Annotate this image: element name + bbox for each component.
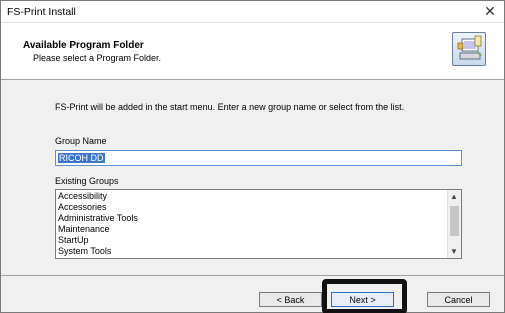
list-scrollbar[interactable]: ▲ ▼	[447, 190, 461, 258]
intro-text: FS-Print will be added in the start menu…	[55, 102, 405, 112]
group-name-label: Group Name	[55, 136, 107, 146]
existing-groups-list[interactable]: Accessibility Accessories Administrative…	[55, 189, 462, 259]
header-title: Available Program Folder	[23, 40, 144, 51]
title-bar: FS-Print Install ✕	[1, 1, 504, 23]
footer-separator	[1, 275, 504, 276]
group-name-value: RICOH DD	[58, 153, 105, 163]
list-item[interactable]: System Tools	[58, 246, 111, 256]
list-item[interactable]: Administrative Tools	[58, 213, 138, 223]
existing-groups-label: Existing Groups	[55, 176, 119, 186]
close-icon[interactable]: ✕	[480, 2, 500, 21]
wizard-body: FS-Print will be added in the start menu…	[1, 81, 504, 275]
list-item[interactable]: Maintenance	[58, 224, 110, 234]
group-name-input[interactable]: RICOH DD	[55, 150, 462, 166]
window-title: FS-Print Install	[7, 6, 76, 18]
next-button-highlight	[322, 279, 407, 313]
back-button[interactable]: < Back	[259, 292, 322, 307]
list-item[interactable]: StartUp	[58, 235, 89, 245]
installer-computer-icon	[452, 32, 486, 66]
scroll-up-icon[interactable]: ▲	[450, 192, 458, 201]
list-item[interactable]: Accessories	[58, 202, 107, 212]
list-item[interactable]: Accessibility	[58, 191, 107, 201]
wizard-header: Available Program Folder Please select a…	[1, 23, 504, 80]
header-subtitle: Please select a Program Folder.	[33, 53, 162, 63]
cancel-button[interactable]: Cancel	[427, 292, 490, 307]
scroll-thumb[interactable]	[450, 206, 459, 236]
scroll-down-icon[interactable]: ▼	[450, 247, 458, 256]
installer-window: FS-Print Install ✕ Available Program Fol…	[0, 0, 505, 313]
